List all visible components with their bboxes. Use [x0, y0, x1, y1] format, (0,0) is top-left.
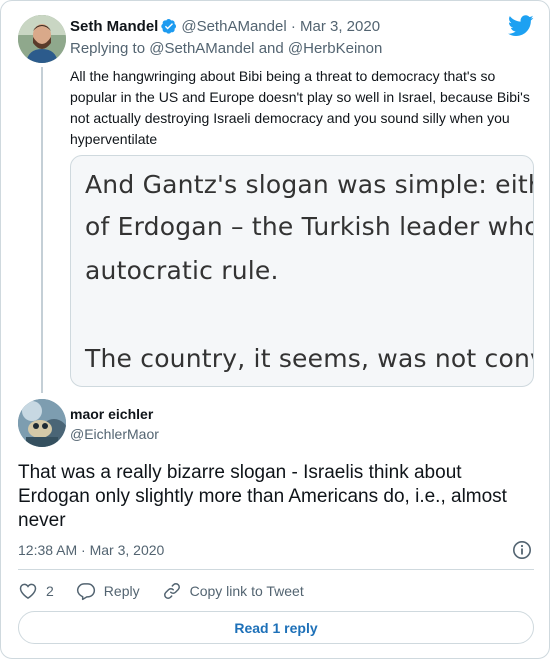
parent-tweet-header: Seth Mandel @SethAMandel · Mar 3, 2020: [70, 17, 380, 39]
action-bar: 2 Reply Copy link to Tweet: [18, 580, 326, 602]
speech-bubble-icon: [76, 583, 95, 601]
reply-button[interactable]: Reply: [76, 581, 140, 601]
reply-tweet-text: That was a really bizarre slogan - Israe…: [18, 462, 507, 531]
reply-author-name[interactable]: maor eichler: [70, 405, 153, 423]
read-replies-button[interactable]: Read 1 reply: [18, 611, 534, 644]
like-count: 2: [46, 583, 54, 599]
image-text-line-1: And Gantz's slogan was simple: eith: [85, 170, 534, 199]
reply-date: Mar 3, 2020: [89, 542, 165, 558]
like-button[interactable]: 2: [18, 581, 54, 601]
info-icon[interactable]: [512, 540, 532, 560]
parent-tweet-text: All the hangwringing about Bibi being a …: [70, 68, 530, 147]
embedded-tweet-card: Seth Mandel @SethAMandel · Mar 3, 2020 Re…: [0, 0, 550, 659]
link-icon: [163, 583, 180, 599]
avatar-seth-mandel[interactable]: [18, 15, 66, 63]
parent-author-handle[interactable]: @SethAMandel: [181, 18, 286, 35]
image-text-line-4: The country, it seems, was not convi: [85, 344, 534, 373]
image-text-line-3: autocratic rule.: [85, 256, 279, 285]
thread-connector-line: [41, 67, 43, 393]
replying-to-line: Replying to @SethAMandel and @HerbKeinon: [70, 39, 382, 58]
replying-and: and: [258, 40, 284, 57]
divider: [18, 569, 534, 570]
reply-label: Reply: [103, 583, 140, 599]
twitter-bird-icon[interactable]: [508, 15, 534, 37]
mention-link-1[interactable]: @SethAMandel: [149, 40, 254, 57]
parent-tweet-date[interactable]: Mar 3, 2020: [300, 18, 380, 35]
verified-badge-icon: [161, 18, 177, 39]
reply-time: 12:38 AM: [18, 542, 78, 558]
meta-separator: ·: [290, 18, 296, 35]
reply-timestamp[interactable]: 12:38 AM · Mar 3, 2020: [18, 541, 164, 559]
parent-author-name[interactable]: Seth Mandel: [70, 18, 158, 35]
copy-link-label: Copy link to Tweet: [189, 583, 304, 599]
image-text-line-2: of Erdogan – the Turkish leader who: [85, 212, 534, 241]
mention-link-2[interactable]: @HerbKeinon: [288, 40, 382, 57]
timestamp-separator: ·: [81, 542, 86, 558]
copy-link-button[interactable]: Copy link to Tweet: [162, 581, 304, 601]
tweet-image[interactable]: And Gantz's slogan was simple: eith of E…: [70, 155, 534, 387]
replying-prefix: Replying to: [70, 40, 146, 57]
avatar-maor-eichler[interactable]: [18, 399, 66, 447]
reply-author-handle[interactable]: @EichlerMaor: [70, 425, 159, 443]
heart-icon: [19, 583, 37, 599]
